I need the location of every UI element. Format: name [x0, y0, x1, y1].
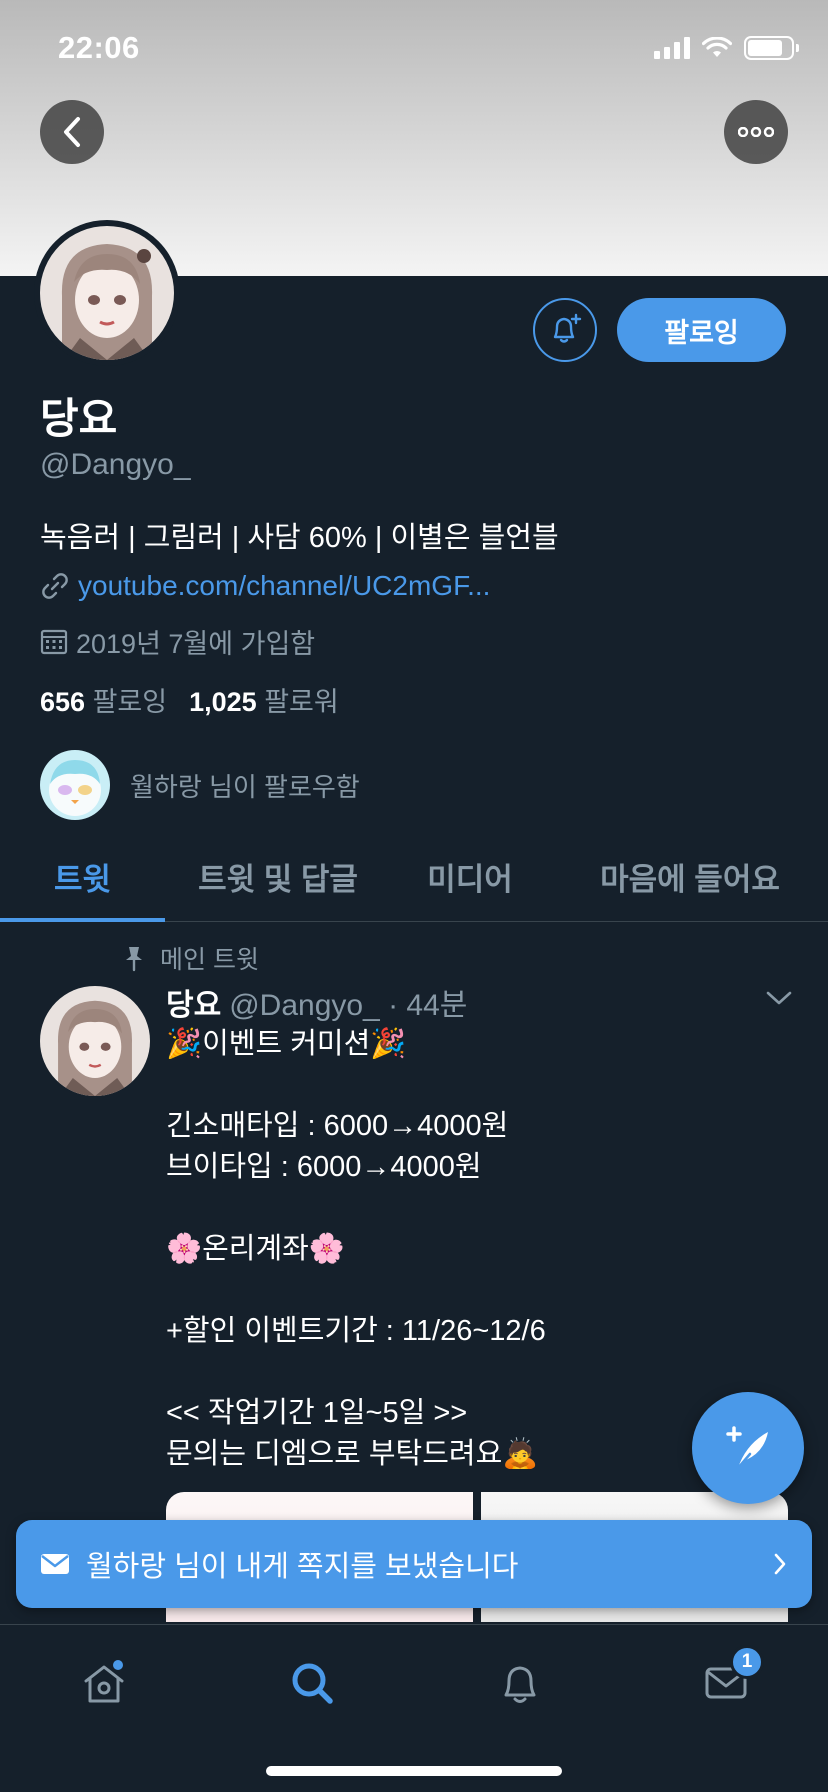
pinned-row: 메인 트윗 — [122, 940, 259, 976]
home-icon — [84, 1660, 124, 1703]
profile-bio: 녹음러 | 그림러 | 사담 60% | 이별은 블언블 — [40, 522, 559, 554]
tweet-options-button[interactable] — [764, 988, 794, 1013]
nav-notifications[interactable] — [490, 1653, 550, 1713]
profile-tabs: 트윗 트윗 및 답글 미디어 마음에 들어요 — [0, 830, 828, 922]
battery-icon — [744, 36, 799, 60]
following-label: 팔로잉 — [92, 687, 168, 717]
more-icon — [738, 127, 774, 137]
pinned-label: 메인 트윗 — [160, 946, 259, 974]
toast-message: 월하랑 님이 내게 쪽지를 보냈습니다 — [86, 1551, 519, 1583]
status-icons — [654, 36, 799, 60]
envelope-icon — [41, 1554, 69, 1574]
active-tab-indicator — [0, 918, 165, 922]
tab-media[interactable]: 미디어 — [400, 830, 540, 922]
chevron-left-icon — [64, 117, 80, 147]
tweet-author-name[interactable]: 당요 — [166, 980, 221, 1024]
tab-likes[interactable]: 마음에 들어요 — [588, 830, 792, 922]
status-time: 22:06 — [58, 30, 140, 65]
wifi-icon — [702, 37, 732, 57]
joined-row: 2019년 7월에 가입함 — [40, 622, 315, 661]
nav-messages[interactable]: 1 — [696, 1645, 764, 1713]
following-stat[interactable]: 656 팔로잉 — [40, 680, 167, 719]
followed-by-row[interactable]: 월하랑 님이 팔로우함 — [40, 750, 360, 820]
dm-notification-toast[interactable]: 월하랑 님이 내게 쪽지를 보냈습니다 — [16, 1520, 812, 1608]
notify-bell-button[interactable] — [533, 298, 597, 362]
tab-tweets[interactable]: 트윗 — [0, 830, 165, 922]
compose-tweet-button[interactable] — [692, 1392, 804, 1504]
chevron-down-icon — [766, 991, 792, 1005]
tweet-header: 당요 @Dangyo_ · 44분 — [166, 980, 467, 1024]
notifications-icon — [504, 1666, 536, 1703]
tab-tweets-and-replies[interactable]: 트윗 및 답글 — [178, 830, 378, 922]
tweet-meta: @Dangyo_ · 44분 — [229, 989, 468, 1022]
calendar-icon — [40, 629, 68, 654]
profile-display-name: 당요 — [40, 395, 118, 442]
followed-by-text: 월하랑 님이 팔로우함 — [130, 771, 360, 802]
cellular-signal-icon — [654, 37, 690, 59]
link-icon — [42, 573, 68, 599]
following-count: 656 — [40, 687, 86, 717]
follower-avatar — [40, 750, 110, 820]
avatar-illustration — [40, 226, 174, 360]
followers-stat[interactable]: 1,025 팔로워 — [189, 680, 339, 719]
chevron-right-icon — [774, 1553, 786, 1575]
nav-home[interactable] — [74, 1653, 134, 1713]
back-button[interactable] — [40, 100, 104, 164]
joined-date: 2019년 7월에 가입함 — [76, 629, 316, 659]
pin-icon — [126, 947, 142, 972]
messages-badge: 1 — [730, 1645, 764, 1679]
profile-link[interactable]: youtube.com/channel/UC2mGF... — [78, 570, 490, 602]
nav-search[interactable] — [282, 1653, 342, 1713]
followers-label: 팔로워 — [264, 687, 339, 717]
status-bar: 22:06 — [0, 0, 828, 100]
tweet-author-avatar[interactable] — [40, 986, 150, 1096]
search-icon — [292, 1663, 333, 1704]
following-button[interactable]: 팔로잉 — [617, 298, 786, 362]
follow-stats: 656 팔로잉 1,025 팔로워 — [40, 680, 339, 719]
tweet-text: 🎉이벤트 커미션🎉 긴소매타입 : 6000→4000원 브이타입 : 6000… — [166, 1028, 546, 1470]
compose-feather-icon — [726, 1426, 768, 1470]
profile-avatar[interactable] — [34, 220, 180, 366]
home-indicator[interactable] — [266, 1766, 562, 1776]
profile-handle: @Dangyo_ — [40, 448, 191, 481]
followers-count: 1,025 — [189, 687, 257, 717]
more-options-button[interactable] — [724, 100, 788, 164]
profile-link-row[interactable]: youtube.com/channel/UC2mGF... — [40, 570, 490, 602]
bell-plus-icon — [553, 313, 582, 343]
